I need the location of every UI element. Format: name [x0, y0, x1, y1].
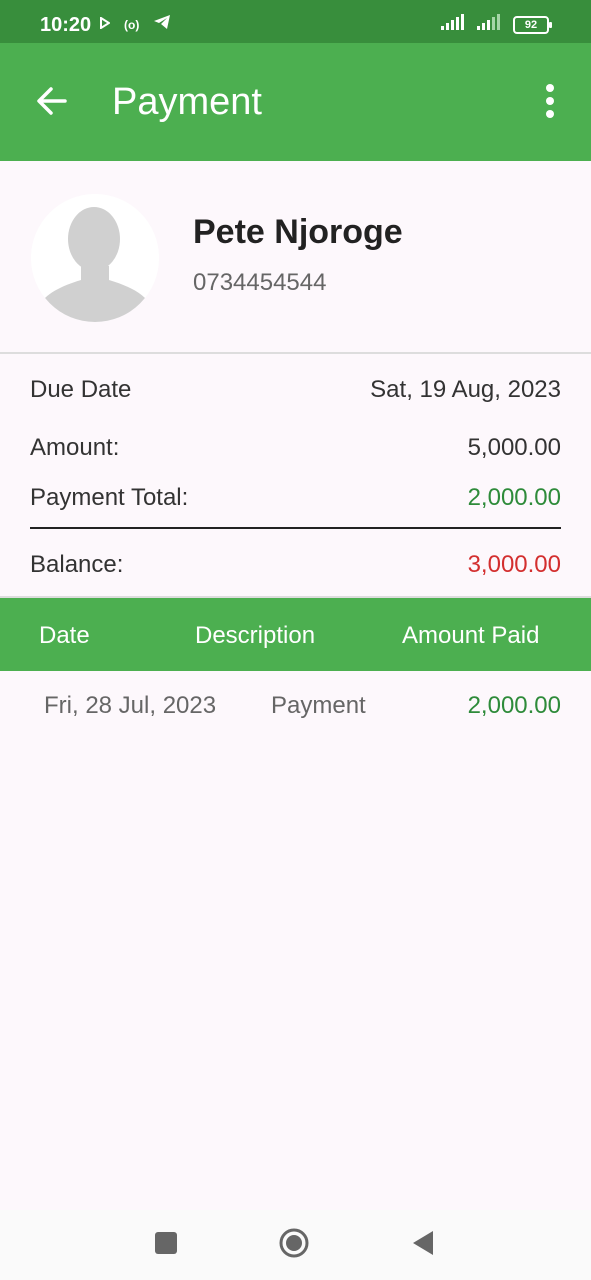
payment-total-row: Payment Total: 2,000.00	[30, 484, 561, 512]
row-amount: 2,000.00	[467, 692, 561, 719]
table-header: Date Description Amount Paid	[0, 598, 591, 671]
status-notification-icons: (o)	[100, 14, 171, 35]
triangle-back-icon	[411, 1230, 435, 1261]
due-date-label: Due Date	[30, 376, 132, 403]
recents-button[interactable]	[151, 1230, 181, 1260]
balance-row: Balance: 3,000.00	[30, 551, 561, 579]
status-time: 10:20	[40, 14, 92, 36]
home-button[interactable]	[279, 1228, 309, 1260]
back-nav-button[interactable]	[408, 1230, 438, 1260]
person-placeholder-icon	[31, 194, 159, 322]
battery-icon: 92	[513, 15, 552, 34]
avatar	[31, 194, 159, 322]
app-bar: Payment	[0, 43, 591, 161]
play-icon	[100, 15, 111, 34]
due-date-row: Due Date Sat, 19 Aug, 2023	[30, 376, 561, 404]
more-vert-icon	[545, 83, 555, 123]
status-bar: 10:20 (o) 92	[0, 0, 591, 43]
telegram-icon	[153, 14, 171, 35]
payment-total-label: Payment Total:	[30, 484, 189, 511]
signal-icon	[441, 14, 467, 35]
system-nav-bar	[0, 1210, 591, 1280]
amount-value: 5,000.00	[467, 434, 561, 461]
column-header-description: Description	[195, 622, 316, 649]
square-icon	[154, 1231, 178, 1260]
column-header-date: Date	[39, 622, 90, 649]
signal-2-icon	[477, 14, 503, 35]
table-row[interactable]: Fri, 28 Jul, 2023 Payment 2,000.00	[0, 688, 591, 728]
row-date: Fri, 28 Jul, 2023	[44, 692, 217, 719]
back-button[interactable]	[32, 83, 72, 123]
arrow-back-icon	[35, 84, 69, 123]
home-circle-icon	[278, 1227, 310, 1264]
due-date-value: Sat, 19 Aug, 2023	[370, 376, 561, 403]
status-system-icons: 92	[441, 14, 552, 35]
balance-value: 3,000.00	[467, 551, 561, 578]
more-options-button[interactable]	[535, 81, 565, 125]
payment-total-value: 2,000.00	[467, 484, 561, 511]
column-header-amount-paid: Amount Paid	[402, 622, 540, 649]
contact-name: Pete Njoroge	[193, 213, 403, 251]
contact-phone: 0734454544	[193, 269, 327, 296]
amount-row: Amount: 5,000.00	[30, 434, 561, 462]
amount-label: Amount:	[30, 434, 120, 461]
hotspot-icon: (o)	[124, 17, 140, 32]
balance-label: Balance:	[30, 551, 124, 578]
profile-section: Pete Njoroge 0734454544	[0, 161, 591, 354]
page-title: Payment	[112, 81, 262, 123]
row-description: Payment	[271, 692, 366, 719]
summary-divider	[30, 527, 561, 529]
